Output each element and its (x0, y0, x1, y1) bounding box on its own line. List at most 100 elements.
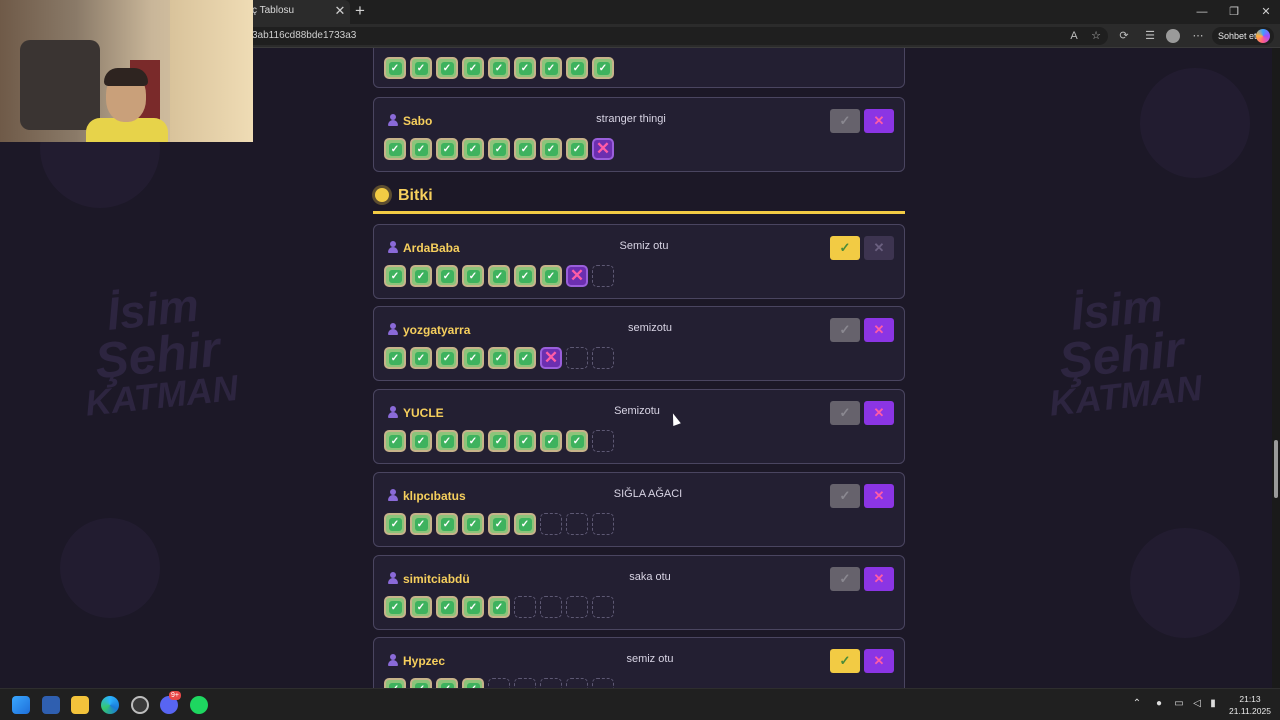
edge-icon[interactable] (101, 696, 119, 714)
player-name: Sabo (403, 114, 433, 128)
checkmark-icon: ✓ (410, 347, 432, 369)
checkmark-icon: ✓ (436, 57, 458, 79)
checkmark-icon: ✓ (384, 513, 406, 535)
approve-button[interactable]: ✓ (830, 236, 860, 260)
reject-button[interactable]: ✕ (864, 567, 894, 591)
spotify-icon[interactable] (190, 696, 208, 714)
approve-button[interactable]: ✓ (830, 649, 860, 673)
store-icon[interactable] (42, 696, 60, 714)
player-icon (388, 323, 398, 336)
checkmark-icon: ✓ (462, 513, 484, 535)
profile-avatar-icon[interactable] (1166, 29, 1180, 43)
background-logo: İsim Şehir KATMAN (1030, 279, 1212, 424)
checkmark-icon: ✓ (514, 347, 536, 369)
player-answer: stranger thingi (596, 113, 666, 125)
approve-button[interactable]: ✓ (830, 484, 860, 508)
discord-icon[interactable]: 9+ (160, 691, 181, 714)
checkmark-icon: ✓ (410, 678, 432, 688)
restore-icon[interactable]: ❐ (1222, 2, 1246, 22)
approve-button[interactable]: ✓ (830, 109, 860, 133)
favorites-icon[interactable]: ☰ (1142, 28, 1158, 44)
new-tab-icon[interactable]: + (352, 1, 368, 21)
checkmark-icon: ✓ (410, 138, 432, 160)
answer-box-row: ✓ ✓ ✓ ✓ ✓ ✓ ✓ ✓ (384, 430, 614, 452)
checkmark-icon: ✓ (384, 347, 406, 369)
player-name: YUCLE (403, 406, 444, 420)
player-card: simitciabdü saka otu ✓ ✕ ✓ ✓ ✓ ✓ ✓ (373, 555, 905, 630)
player-answer: semiz otu (626, 653, 674, 665)
player-card: Hypzec semiz otu ✓ ✕ ✓ ✓ ✓ ✓ (373, 637, 905, 688)
player-card: ArdaBaba Semiz otu ✓ ✕ ✓ ✓ ✓ ✓ ✓ ✓ ✓ ✕ (373, 224, 905, 299)
network-icon[interactable]: ▭ (1172, 697, 1186, 711)
reject-button[interactable]: ✕ (864, 109, 894, 133)
player-icon (388, 654, 398, 667)
checkmark-icon: ✓ (566, 138, 588, 160)
minimize-icon[interactable]: — (1190, 2, 1214, 22)
notification-badge: 9+ (169, 691, 181, 700)
empty-slot (592, 596, 614, 618)
checkmark-icon: ✓ (566, 57, 588, 79)
reject-button[interactable]: ✕ (864, 484, 894, 508)
webcam-wall (170, 0, 253, 142)
checkmark-icon: ✓ (592, 57, 614, 79)
checkmark-icon: ✓ (540, 265, 562, 287)
player-icon (388, 572, 398, 585)
checkmark-icon: ✓ (384, 57, 406, 79)
approve-button[interactable]: ✓ (830, 567, 860, 591)
checkmark-icon: ✓ (462, 596, 484, 618)
checkmark-icon: ✓ (514, 138, 536, 160)
empty-slot (566, 513, 588, 535)
cross-icon: ✕ (592, 138, 614, 160)
clock-app-icon[interactable] (131, 696, 149, 714)
category-title: Bitki (398, 187, 433, 204)
empty-slot (514, 596, 536, 618)
player-card: Sabo stranger thingi ✓ ✕ ✓ ✓ ✓ ✓ ✓ ✓ ✓ ✓ ✕ (373, 97, 905, 172)
checkmark-icon: ✓ (514, 57, 536, 79)
tab-close-icon[interactable]: ✕ (333, 1, 347, 21)
answer-box-row: ✓ ✓ ✓ ✓ ✓ ✓ ✓ ✓ ✕ (384, 138, 614, 160)
close-window-icon[interactable]: ✕ (1254, 2, 1278, 22)
checkmark-icon: ✓ (436, 430, 458, 452)
player-answer: saka otu (629, 571, 671, 583)
reject-button[interactable]: ✕ (864, 401, 894, 425)
player-answer: Semiz otu (619, 240, 669, 252)
chat-button[interactable]: Sohbet et (1212, 27, 1274, 45)
answer-box-row: ✓ ✓ ✓ ✓ (384, 678, 614, 688)
reject-button[interactable]: ✕ (864, 649, 894, 673)
checkmark-icon: ✓ (436, 265, 458, 287)
system-clock[interactable]: 21:13 21.11.2025 (1224, 693, 1276, 717)
scrollbar-thumb[interactable] (1274, 440, 1278, 498)
background-pattern (1140, 68, 1250, 178)
file-explorer-icon[interactable] (71, 696, 89, 714)
more-menu-icon[interactable]: ⋯ (1190, 28, 1206, 44)
approve-button[interactable]: ✓ (830, 318, 860, 342)
checkmark-icon: ✓ (410, 513, 432, 535)
player-name: yozgatyarra (403, 323, 471, 337)
checkmark-icon: ✓ (384, 265, 406, 287)
category-header: Bitki (373, 182, 905, 214)
checkmark-icon: ✓ (462, 678, 484, 688)
checkmark-icon: ✓ (462, 138, 484, 160)
empty-slot (592, 678, 614, 688)
start-icon[interactable] (12, 696, 30, 714)
reject-button[interactable]: ✕ (864, 236, 894, 260)
checkmark-icon: ✓ (488, 430, 510, 452)
scrollbar-track[interactable] (1272, 48, 1280, 688)
checkmark-icon: ✓ (384, 596, 406, 618)
extensions-icon[interactable]: ⟳ (1116, 28, 1132, 44)
approve-button[interactable]: ✓ (830, 401, 860, 425)
checkmark-icon: ✓ (436, 347, 458, 369)
answer-box-row: ✓ ✓ ✓ ✓ ✓ ✓ ✓ ✓ ✓ (384, 57, 614, 79)
reject-button[interactable]: ✕ (864, 318, 894, 342)
volume-icon[interactable]: ◁ (1190, 697, 1204, 711)
empty-slot (488, 678, 510, 688)
microphone-icon[interactable]: ● (1152, 697, 1166, 711)
cross-icon: ✕ (566, 265, 588, 287)
empty-slot (592, 265, 614, 287)
chevron-up-icon[interactable]: ⌃ (1130, 697, 1144, 711)
clock-date: 21.11.2025 (1229, 706, 1271, 716)
url-input[interactable]: 3ab116cd88bde1733a3 (238, 27, 1108, 45)
favorite-star-icon[interactable]: ☆ (1088, 28, 1104, 44)
battery-icon[interactable]: ▮ (1206, 697, 1220, 711)
read-aloud-icon[interactable]: A (1066, 28, 1082, 44)
